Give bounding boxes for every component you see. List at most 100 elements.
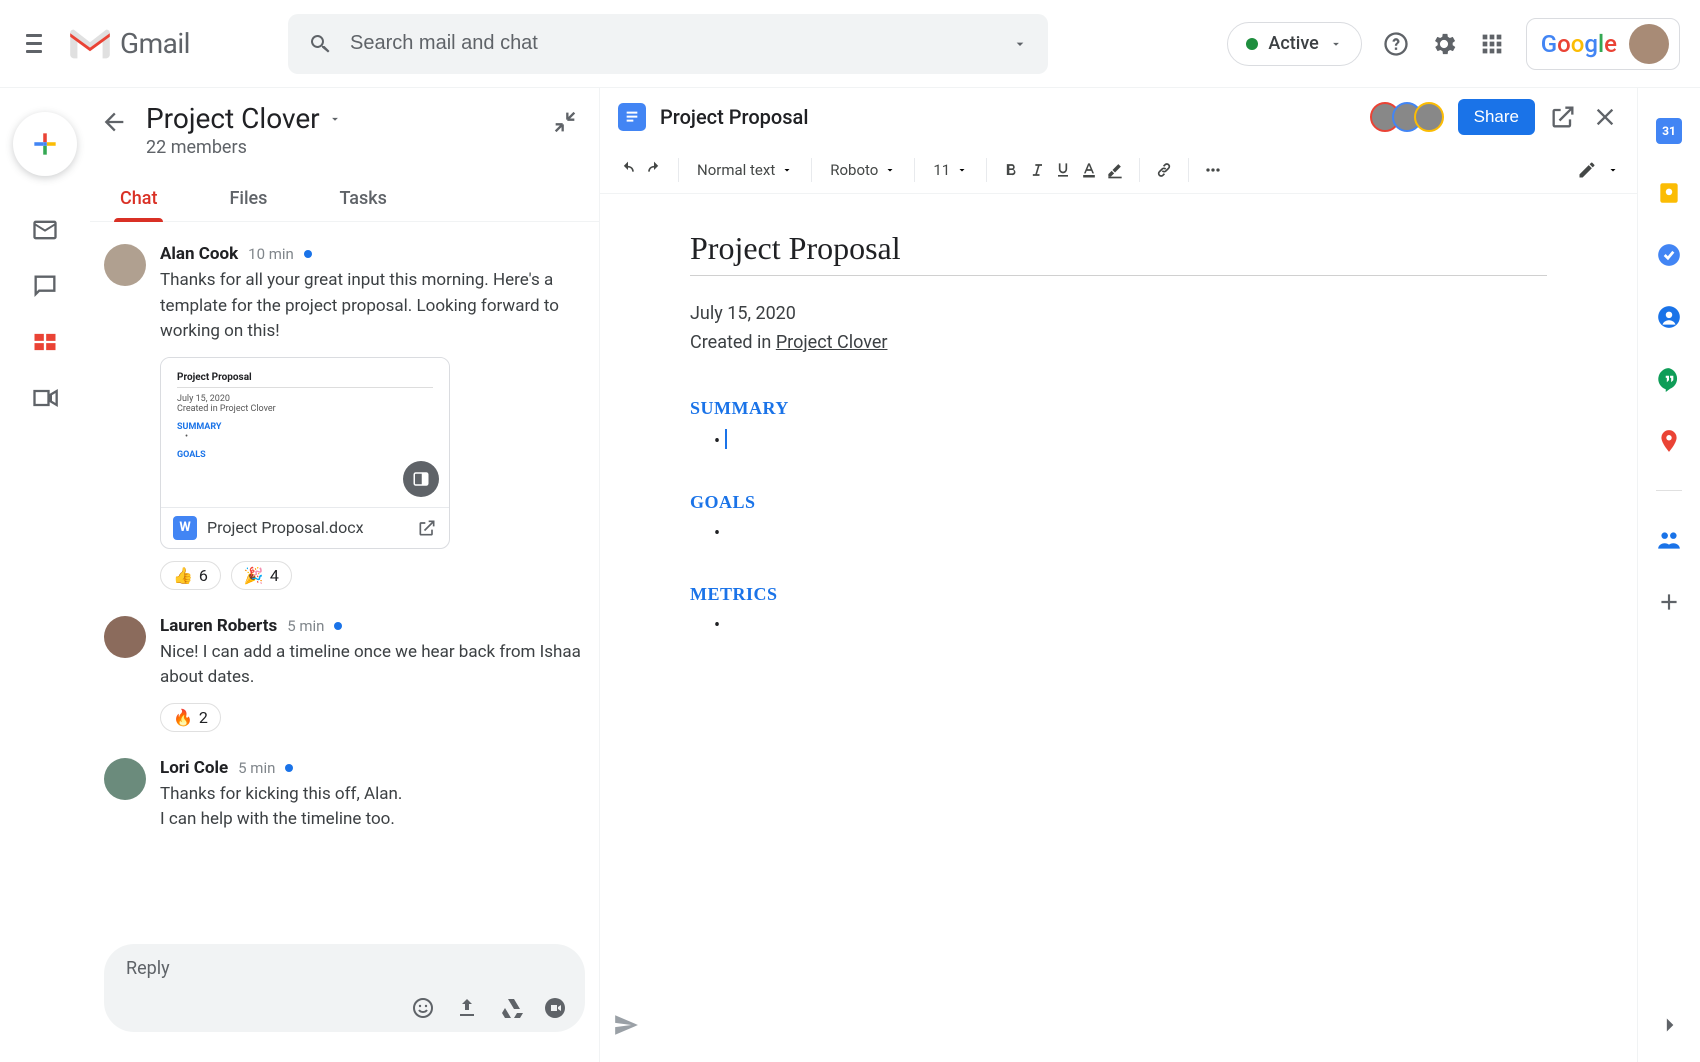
presence-dot-icon: [1246, 38, 1258, 50]
presence-label: Active: [1268, 33, 1318, 54]
search-icon: [308, 32, 332, 56]
highlight-icon[interactable]: [1105, 160, 1125, 180]
doc-created-link[interactable]: Project Clover: [776, 332, 888, 353]
tab-files[interactable]: Files: [223, 178, 273, 221]
attachment-name: Project Proposal.docx: [207, 518, 407, 537]
message-time: 5 min: [238, 759, 275, 777]
doc-body-title: Project Proposal: [690, 230, 1547, 276]
settings-icon[interactable]: [1430, 30, 1458, 58]
message-sender: Lori Cole: [160, 758, 228, 778]
presence-pill[interactable]: Active: [1227, 22, 1361, 66]
avatar[interactable]: [104, 244, 146, 286]
calendar-icon[interactable]: 31: [1656, 118, 1682, 144]
mail-icon[interactable]: [31, 216, 59, 244]
doc-section-heading: GOALS: [690, 492, 1547, 513]
hangouts-icon[interactable]: [1656, 366, 1682, 392]
doc-section-heading: SUMMARY: [690, 398, 1547, 419]
send-button[interactable]: [613, 1012, 639, 1042]
collapse-icon[interactable]: [551, 108, 579, 136]
video-chat-icon[interactable]: [543, 996, 567, 1020]
reaction-chip[interactable]: 🔥2: [160, 703, 221, 732]
redo-icon[interactable]: [644, 160, 664, 180]
emoji-icon[interactable]: [411, 996, 435, 1020]
chevron-down-icon: [328, 112, 342, 126]
tab-chat[interactable]: Chat: [114, 178, 163, 221]
editing-mode-icon[interactable]: [1577, 160, 1597, 180]
plus-icon: [29, 128, 61, 160]
upload-icon[interactable]: [455, 996, 479, 1020]
add-addon-icon[interactable]: [1656, 589, 1682, 615]
currents-icon[interactable]: [1656, 527, 1682, 553]
unread-dot-icon: [304, 250, 312, 258]
doc-section-heading: METRICS: [690, 584, 1547, 605]
open-external-icon[interactable]: [417, 518, 437, 538]
insert-link-icon[interactable]: [1154, 160, 1174, 180]
italic-icon[interactable]: [1027, 160, 1047, 180]
close-icon[interactable]: [1591, 103, 1619, 131]
expand-panel-icon[interactable]: [1656, 1012, 1682, 1038]
chevron-down-icon: [781, 164, 793, 176]
reaction-chip[interactable]: 👍6: [160, 561, 221, 590]
paragraph-style-select[interactable]: Normal text: [693, 157, 797, 183]
message-text: Thanks for kicking this off, Alan. I can…: [160, 782, 583, 833]
meet-icon[interactable]: [31, 384, 59, 412]
avatar[interactable]: [104, 616, 146, 658]
text-color-icon[interactable]: [1079, 160, 1099, 180]
message-text: Thanks for all your great input this mor…: [160, 268, 583, 345]
back-icon[interactable]: [100, 108, 128, 136]
apps-icon[interactable]: [1478, 30, 1506, 58]
message: Alan Cook 10 min Thanks for all your gre…: [104, 244, 583, 590]
rooms-icon[interactable]: [31, 328, 59, 356]
search-dropdown-icon[interactable]: [1012, 32, 1028, 56]
avatar[interactable]: [104, 758, 146, 800]
message-sender: Lauren Roberts: [160, 616, 277, 636]
contacts-icon[interactable]: [1656, 304, 1682, 330]
search-input[interactable]: [350, 32, 1012, 55]
open-side-icon[interactable]: [403, 461, 439, 497]
word-doc-icon: W: [173, 516, 197, 540]
message-time: 5 min: [287, 617, 324, 635]
doc-toolbar: Normal text Roboto 11: [600, 146, 1637, 194]
room-tabs: Chat Files Tasks: [90, 178, 599, 222]
underline-icon[interactable]: [1053, 160, 1073, 180]
room-members[interactable]: 22 members: [146, 137, 342, 158]
compose-button[interactable]: [13, 112, 77, 176]
room-name[interactable]: Project Clover: [146, 102, 342, 135]
message-time: 10 min: [248, 245, 294, 263]
google-account-badge[interactable]: Google: [1526, 18, 1680, 70]
maps-icon[interactable]: [1656, 428, 1682, 454]
drive-icon[interactable]: [499, 996, 523, 1020]
bold-icon[interactable]: [1001, 160, 1021, 180]
google-logo-text: Google: [1541, 30, 1617, 58]
more-icon[interactable]: [1203, 160, 1223, 180]
gmail-logo[interactable]: Gmail: [66, 26, 190, 62]
tab-tasks[interactable]: Tasks: [333, 178, 392, 221]
search-bar[interactable]: [288, 14, 1048, 74]
message: Lori Cole 5 min Thanks for kicking this …: [104, 758, 583, 833]
unread-dot-icon: [334, 622, 342, 630]
keep-icon[interactable]: [1656, 180, 1682, 206]
presence-avatars[interactable]: [1370, 102, 1444, 132]
reaction-chip[interactable]: 🎉4: [231, 561, 292, 590]
font-size-select[interactable]: 11: [929, 157, 972, 183]
help-icon[interactable]: [1382, 30, 1410, 58]
user-avatar[interactable]: [1629, 24, 1669, 64]
docs-app-icon: [618, 103, 646, 131]
font-family-select[interactable]: Roboto: [826, 157, 900, 183]
reply-input[interactable]: Reply: [104, 944, 585, 1032]
undo-icon[interactable]: [618, 160, 638, 180]
chat-icon[interactable]: [31, 272, 59, 300]
attachment-card[interactable]: Project Proposal July 15, 2020 Created i…: [160, 357, 450, 549]
share-button[interactable]: Share: [1458, 99, 1535, 135]
menu-icon[interactable]: [20, 28, 48, 59]
chevron-down-icon: [1329, 37, 1343, 51]
doc-title[interactable]: Project Proposal: [660, 105, 808, 129]
chevron-down-icon: [956, 164, 968, 176]
tasks-icon[interactable]: [1656, 242, 1682, 268]
doc-canvas[interactable]: Project Proposal July 15, 2020 Created i…: [600, 194, 1637, 1062]
message-sender: Alan Cook: [160, 244, 238, 264]
chevron-down-icon[interactable]: [1607, 164, 1619, 176]
message: Lauren Roberts 5 min Nice! I can add a t…: [104, 616, 583, 732]
message-text: Nice! I can add a timeline once we hear …: [160, 640, 583, 691]
open-external-icon[interactable]: [1549, 103, 1577, 131]
